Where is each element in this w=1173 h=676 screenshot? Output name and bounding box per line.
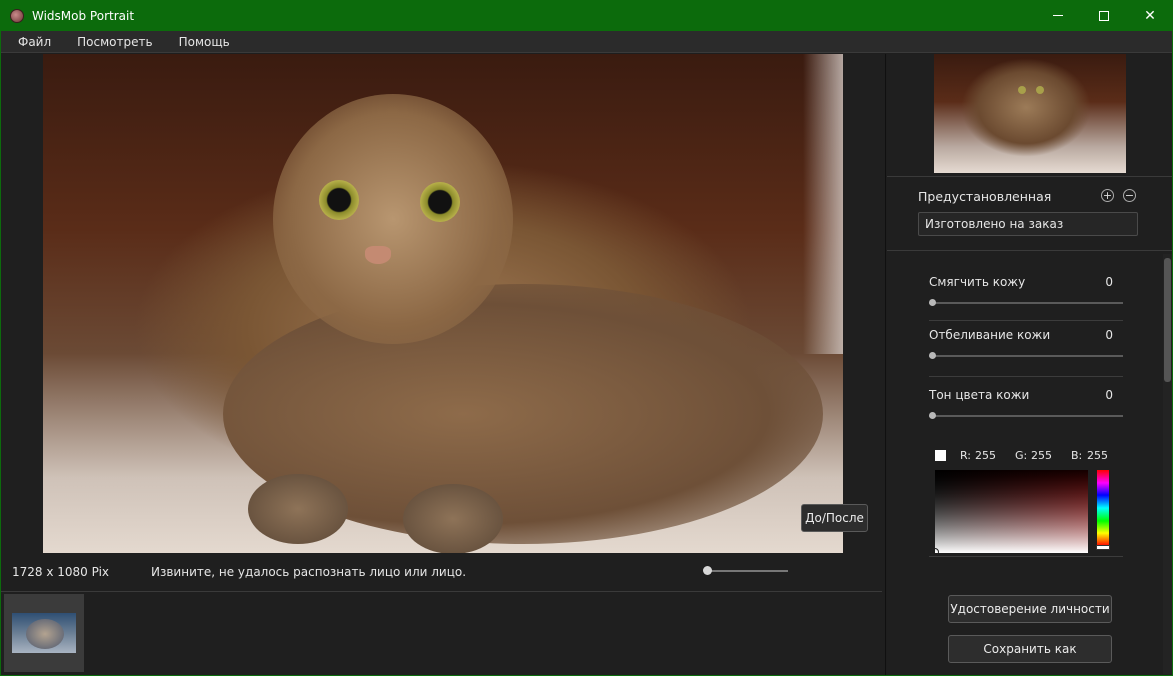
skin-tone-value: 0 — [1105, 388, 1113, 402]
cat-left-paw — [248, 474, 348, 544]
color-picker-shade — [935, 470, 1088, 553]
whiten-skin-handle[interactable] — [929, 352, 936, 359]
status-message: Извините, не удалось распознать лицо или… — [151, 565, 467, 579]
preset-select[interactable]: Изготовлено на заказ — [918, 212, 1138, 236]
g-value: 255 — [1031, 449, 1052, 462]
title-bar: WidsMob Portrait ✕ — [0, 0, 1173, 31]
minimize-button[interactable] — [1035, 0, 1081, 31]
cat-nose — [365, 246, 391, 264]
soften-skin-value: 0 — [1105, 275, 1113, 289]
b-value: 255 — [1087, 449, 1108, 462]
panel-divider — [887, 250, 1173, 251]
adjust-divider — [929, 320, 1123, 321]
filmstrip-thumbnail[interactable] — [4, 594, 84, 672]
thumbnail-image — [12, 613, 76, 653]
color-picker-cursor[interactable] — [931, 548, 939, 556]
before-after-button[interactable]: До/После — [801, 504, 868, 532]
side-panel: Предустановленная + − Изготовлено на зак… — [887, 54, 1173, 676]
maximize-button[interactable] — [1081, 0, 1127, 31]
hue-slider-handle[interactable] — [1096, 545, 1110, 550]
adjust-divider — [929, 556, 1123, 557]
zoom-slider-track[interactable] — [706, 570, 788, 572]
preset-label: Предустановленная — [918, 189, 1052, 204]
identity-button[interactable]: Удостоверение личности — [948, 595, 1112, 623]
maximize-icon — [1099, 10, 1109, 21]
whiten-skin-label: Отбеливание кожи — [929, 328, 1051, 342]
scrollbar-thumb[interactable] — [1164, 258, 1171, 382]
cat-head — [273, 94, 513, 344]
cat-left-eye — [319, 180, 359, 220]
filmstrip-divider — [0, 591, 882, 592]
close-icon: ✕ — [1144, 7, 1156, 24]
hue-slider[interactable] — [1097, 470, 1109, 546]
image-dimensions: 1728 x 1080 Pix — [12, 565, 110, 579]
photo-canvas[interactable] — [43, 54, 843, 553]
g-label: G: — [1015, 449, 1028, 462]
panel-divider — [887, 176, 1173, 177]
menu-file[interactable]: Файл — [0, 31, 64, 53]
window-controls: ✕ — [1035, 0, 1173, 31]
menu-view[interactable]: Посмотреть — [64, 31, 165, 53]
r-value: 255 — [975, 449, 996, 462]
b-label: B: — [1071, 449, 1083, 462]
cat-right-paw — [403, 484, 503, 553]
cat-right-eye — [420, 182, 460, 222]
photo-background-light — [803, 54, 843, 354]
skin-tone-handle[interactable] — [929, 412, 936, 419]
main-area: 1728 x 1080 Pix Извините, не удалось рас… — [0, 54, 886, 676]
color-swatch — [935, 450, 946, 461]
close-button[interactable]: ✕ — [1127, 0, 1173, 31]
soften-skin-slider[interactable] — [929, 302, 1123, 304]
menu-bar: Файл Посмотреть Помощь — [0, 31, 1173, 53]
soften-skin-handle[interactable] — [929, 299, 936, 306]
minimize-icon — [1053, 15, 1063, 16]
menu-help[interactable]: Помощь — [166, 31, 243, 53]
preview-thumbnail — [934, 54, 1126, 173]
whiten-skin-value: 0 — [1105, 328, 1113, 342]
window-frame — [0, 31, 1, 676]
zoom-slider-handle[interactable] — [703, 566, 712, 575]
adjustments-panel: Смягчить кожу 0 Отбеливание кожи 0 Тон ц… — [921, 260, 1127, 560]
minus-circle-icon[interactable]: − — [1123, 189, 1136, 202]
window-title: WidsMob Portrait — [32, 8, 135, 23]
r-label: R: — [960, 449, 972, 462]
save-as-button[interactable]: Сохранить как — [948, 635, 1112, 663]
skin-tone-slider[interactable] — [929, 415, 1123, 417]
preview-eyes — [1018, 86, 1046, 94]
adjust-divider — [929, 376, 1123, 377]
skin-tone-label: Тон цвета кожи — [929, 388, 1030, 402]
plus-circle-icon[interactable]: + — [1101, 189, 1114, 202]
whiten-skin-slider[interactable] — [929, 355, 1123, 357]
app-icon — [10, 8, 24, 23]
soften-skin-label: Смягчить кожу — [929, 275, 1026, 289]
